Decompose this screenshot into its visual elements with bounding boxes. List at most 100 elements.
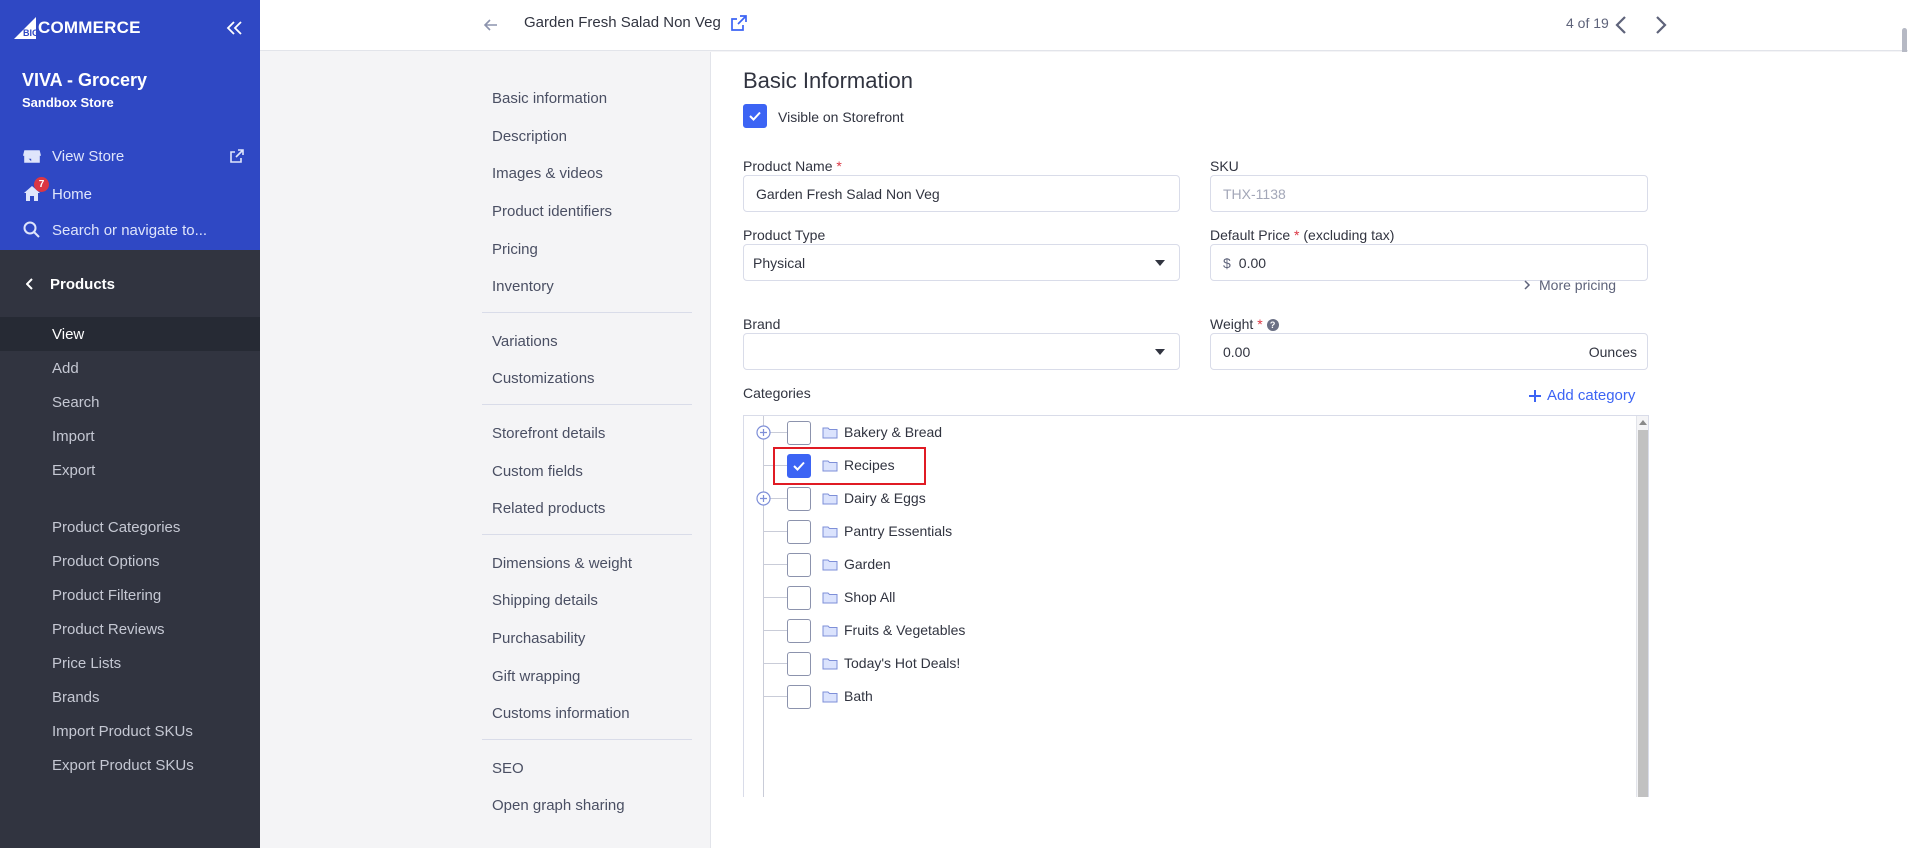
brand-select[interactable] <box>743 333 1180 370</box>
plus-icon <box>1529 389 1541 402</box>
bigcommerce-logo[interactable]: BIG COMMERCE <box>14 16 141 40</box>
product-type-select[interactable]: Physical <box>743 244 1180 281</box>
storefront-icon <box>22 150 42 163</box>
currency-symbol: $ <box>1223 254 1231 271</box>
subnav-inventory[interactable]: Inventory <box>482 268 692 306</box>
products-section-back[interactable]: Products <box>0 264 260 304</box>
category-checkbox[interactable] <box>787 421 811 445</box>
add-category-button[interactable]: Add category <box>1529 387 1635 404</box>
sku-input[interactable]: THX-1138 <box>1210 175 1648 212</box>
sidebar-item-add[interactable]: Add <box>0 351 260 385</box>
category-row: Dairy & Eggs <box>744 482 1624 515</box>
sidebar-item-export-product-skus[interactable]: Export Product SKUs <box>0 748 260 782</box>
category-name: Fruits & Vegetables <box>844 622 966 638</box>
notification-badge: 7 <box>34 177 49 192</box>
subnav-variations[interactable]: Variations <box>482 323 692 361</box>
subnav-custom-fields[interactable]: Custom fields <box>482 452 692 490</box>
subnav-group: SEO Open graph sharing <box>482 750 692 831</box>
subnav-customs-information[interactable]: Customs information <box>482 695 692 733</box>
product-counter: 4 of 19 <box>1566 15 1609 31</box>
folder-icon <box>822 559 838 571</box>
categories-label: Categories <box>743 385 811 401</box>
sidebar-item-import[interactable]: Import <box>0 419 260 453</box>
product-name-value: Garden Fresh Salad Non Veg <box>756 185 940 202</box>
category-row: Today's Hot Deals! <box>744 647 1624 680</box>
sidebar-item-view[interactable]: View <box>0 317 260 351</box>
subnav-related-products[interactable]: Related products <box>482 490 692 528</box>
subnav-purchasability[interactable]: Purchasability <box>482 620 692 658</box>
category-checkbox[interactable] <box>787 520 811 544</box>
sidebar-item-product-options[interactable]: Product Options <box>0 544 260 578</box>
weight-input[interactable]: 0.00 Ounces <box>1210 333 1648 370</box>
search-placeholder: Search or navigate to... <box>52 221 208 239</box>
subnav-dimensions-weight[interactable]: Dimensions & weight <box>482 545 692 583</box>
subnav-open-graph-sharing[interactable]: Open graph sharing <box>482 787 692 825</box>
sidebar-item-import-product-skus[interactable]: Import Product SKUs <box>0 714 260 748</box>
scroll-up-arrow-icon[interactable] <box>1639 420 1647 425</box>
external-link-icon[interactable] <box>229 148 245 164</box>
category-checkbox[interactable] <box>787 685 811 709</box>
category-tree-scrollbar[interactable] <box>1636 416 1648 797</box>
product-name-label: Product Name * <box>743 158 842 174</box>
folder-icon <box>822 658 838 670</box>
chevron-left-icon <box>26 278 33 290</box>
collapse-sidebar-icon[interactable] <box>224 18 246 38</box>
more-pricing-link[interactable]: More pricing <box>1523 277 1616 293</box>
sidebar-item-product-reviews[interactable]: Product Reviews <box>0 612 260 646</box>
product-name-input[interactable]: Garden Fresh Salad Non Veg <box>743 175 1180 212</box>
category-checkbox[interactable] <box>787 619 811 643</box>
sidebar-item-price-lists[interactable]: Price Lists <box>0 646 260 680</box>
visible-on-storefront-label: Visible on Storefront <box>778 109 904 125</box>
dropdown-caret-icon <box>1155 260 1165 266</box>
subnav-description[interactable]: Description <box>482 118 692 156</box>
subnav-product-identifiers[interactable]: Product identifiers <box>482 193 692 231</box>
next-product-icon[interactable] <box>1650 14 1670 36</box>
open-external-icon[interactable] <box>730 14 748 32</box>
category-name: Dairy & Eggs <box>844 490 926 506</box>
expand-plus-icon[interactable] <box>756 491 771 506</box>
subnav-seo[interactable]: SEO <box>482 750 692 788</box>
subnav-storefront-details[interactable]: Storefront details <box>482 415 692 453</box>
more-pricing-label: More pricing <box>1539 277 1617 293</box>
global-search[interactable]: Search or navigate to... <box>22 219 207 241</box>
subnav-basic-information[interactable]: Basic information <box>482 80 692 118</box>
folder-icon <box>822 427 838 439</box>
dropdown-caret-icon <box>1155 349 1165 355</box>
category-checkbox[interactable] <box>787 553 811 577</box>
category-checkbox[interactable] <box>787 586 811 610</box>
view-store-link[interactable]: View Store <box>22 145 124 167</box>
back-arrow-icon[interactable] <box>482 16 500 34</box>
add-category-label: Add category <box>1547 387 1636 404</box>
subnav-group: Basic information Description Images & v… <box>482 80 692 313</box>
products-section-title: Products <box>50 275 116 293</box>
expand-plus-icon[interactable] <box>756 425 771 440</box>
sidebar-item-brands[interactable]: Brands <box>0 680 260 714</box>
subnav-customizations[interactable]: Customizations <box>482 360 692 398</box>
sku-placeholder: THX-1138 <box>1223 185 1286 202</box>
store-subtitle: Sandbox Store <box>22 95 114 110</box>
home-link[interactable]: Home <box>22 183 92 205</box>
scrollbar-thumb[interactable] <box>1638 430 1648 797</box>
weight-value: 0.00 <box>1223 343 1251 360</box>
category-row: Shop All <box>744 581 1624 614</box>
highlight-box <box>773 447 926 485</box>
category-checkbox[interactable] <box>787 652 811 676</box>
sidebar-item-search[interactable]: Search <box>0 385 260 419</box>
product-type-label: Product Type <box>743 227 826 243</box>
sidebar-item-export[interactable]: Export <box>0 453 260 487</box>
subnav-shipping-details[interactable]: Shipping details <box>482 582 692 620</box>
logo-text: COMMERCE <box>38 18 141 37</box>
subnav-gift-wrapping[interactable]: Gift wrapping <box>482 657 692 695</box>
subnav-images-videos[interactable]: Images & videos <box>482 155 692 193</box>
category-tree: Bakery & Bread Recipes Dairy & Eggs Pant… <box>743 415 1649 797</box>
visible-on-storefront-checkbox[interactable] <box>743 104 767 128</box>
help-icon: ? <box>1266 319 1279 331</box>
previous-product-icon[interactable] <box>1612 14 1632 36</box>
category-checkbox[interactable] <box>787 487 811 511</box>
search-icon <box>23 221 40 238</box>
default-price-input[interactable]: $ 0.00 <box>1210 244 1648 281</box>
sidebar-item-product-filtering[interactable]: Product Filtering <box>0 578 260 612</box>
subnav-pricing[interactable]: Pricing <box>482 230 692 268</box>
sidebar-item-product-categories[interactable]: Product Categories <box>0 510 260 544</box>
folder-icon <box>822 691 838 703</box>
